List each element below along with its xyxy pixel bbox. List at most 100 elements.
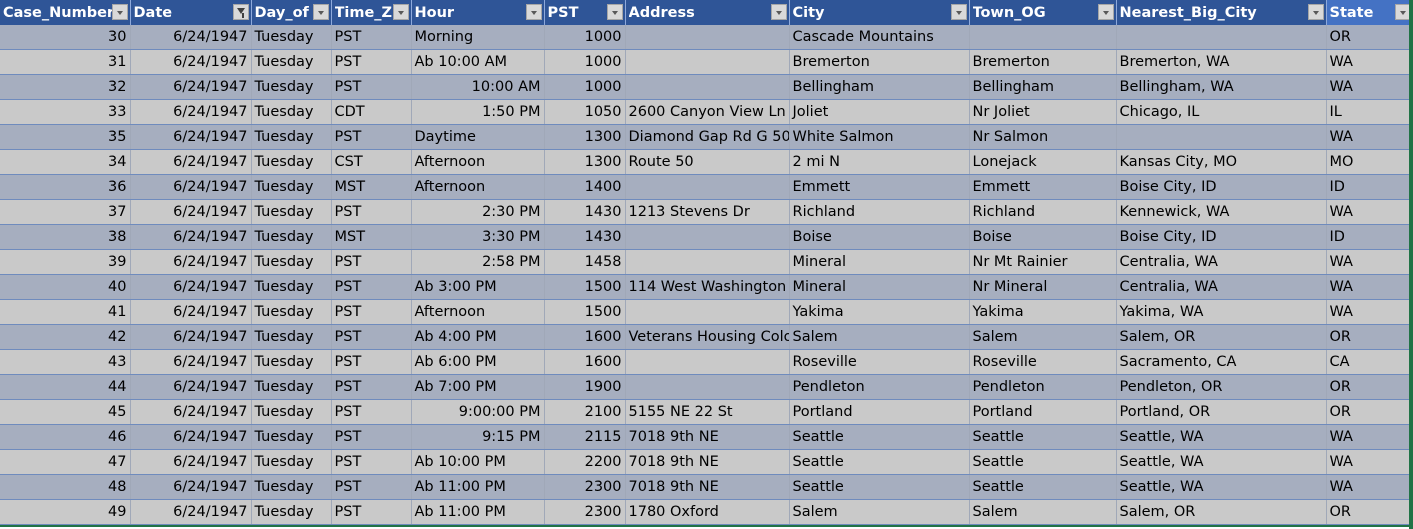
city-cell[interactable]: Cascade Mountains [789,25,970,50]
case-number-cell[interactable]: 44 [0,374,131,400]
address-cell[interactable]: 1213 Stevens Dr [625,199,790,225]
state-cell[interactable]: OR [1326,374,1413,400]
address-cell[interactable]: Veterans Housing Colony [625,324,790,350]
pst-cell[interactable]: 1000 [544,49,626,75]
state-cell[interactable]: CA [1326,349,1413,375]
date-cell[interactable]: 6/24/1947 [130,424,252,450]
nearest-city-cell[interactable]: Bremerton, WA [1116,49,1327,75]
pst-cell[interactable]: 1430 [544,199,626,225]
timezone-cell[interactable]: PST [331,249,412,275]
address-cell[interactable]: 114 West Washington [625,274,790,300]
address-cell[interactable]: Route 50 [625,149,790,175]
town-cell[interactable]: Emmett [969,174,1117,200]
filter-dropdown-icon[interactable] [1097,4,1114,20]
hour-cell[interactable]: Ab 3:00 PM [411,274,545,300]
nearest-city-cell[interactable]: Seattle, WA [1116,424,1327,450]
nearest-city-cell[interactable]: Yakima, WA [1116,299,1327,325]
case-number-cell[interactable]: 30 [0,25,131,50]
town-cell[interactable]: Portland [969,399,1117,425]
pst-cell[interactable]: 2200 [544,449,626,475]
pst-cell[interactable]: 2300 [544,474,626,500]
case-number-cell[interactable]: 46 [0,424,131,450]
timezone-cell[interactable]: PST [331,274,412,300]
address-cell[interactable]: 7018 9th NE [625,424,790,450]
timezone-cell[interactable]: PST [331,299,412,325]
town-cell[interactable]: Roseville [969,349,1117,375]
pst-cell[interactable]: 1458 [544,249,626,275]
nearest-city-cell[interactable]: Salem, OR [1116,499,1327,525]
town-cell[interactable]: Nr Joliet [969,99,1117,125]
hour-cell[interactable]: Afternoon [411,299,545,325]
town-cell[interactable]: Lonejack [969,149,1117,175]
date-cell[interactable]: 6/24/1947 [130,449,252,475]
day-cell[interactable]: Tuesday [251,449,332,475]
nearest-city-cell[interactable]: Seattle, WA [1116,449,1327,475]
city-cell[interactable]: Seattle [789,424,970,450]
nearest-city-cell[interactable]: Sacramento, CA [1116,349,1327,375]
pst-cell[interactable]: 1050 [544,99,626,125]
address-cell[interactable] [625,25,790,50]
filter-dropdown-icon[interactable] [950,4,967,20]
column-header[interactable]: Case_Number [0,0,131,25]
case-number-cell[interactable]: 36 [0,174,131,200]
timezone-cell[interactable]: CDT [331,99,412,125]
day-cell[interactable]: Tuesday [251,349,332,375]
day-cell[interactable]: Tuesday [251,74,332,100]
case-number-cell[interactable]: 33 [0,99,131,125]
day-cell[interactable]: Tuesday [251,424,332,450]
city-cell[interactable]: Salem [789,324,970,350]
pst-cell[interactable]: 1300 [544,124,626,150]
case-number-cell[interactable]: 31 [0,49,131,75]
column-header[interactable]: Day_of [251,0,332,25]
city-cell[interactable]: Mineral [789,249,970,275]
filter-dropdown-icon[interactable] [770,4,787,20]
filter-dropdown-icon[interactable] [1307,4,1324,20]
state-cell[interactable]: OR [1326,25,1413,50]
date-cell[interactable]: 6/24/1947 [130,499,252,525]
town-cell[interactable]: Bellingham [969,74,1117,100]
timezone-cell[interactable]: PST [331,25,412,50]
timezone-cell[interactable]: PST [331,449,412,475]
nearest-city-cell[interactable]: Bellingham, WA [1116,74,1327,100]
state-cell[interactable]: OR [1326,399,1413,425]
city-cell[interactable]: Bremerton [789,49,970,75]
column-header[interactable]: Date [130,0,252,25]
case-number-cell[interactable]: 45 [0,399,131,425]
hour-cell[interactable]: 10:00 AM [411,74,545,100]
hour-cell[interactable]: Morning [411,25,545,50]
state-cell[interactable]: MO [1326,149,1413,175]
address-cell[interactable] [625,349,790,375]
column-header[interactable]: Town_OG [969,0,1117,25]
city-cell[interactable]: Mineral [789,274,970,300]
city-cell[interactable]: Richland [789,199,970,225]
timezone-cell[interactable]: PST [331,49,412,75]
day-cell[interactable]: Tuesday [251,124,332,150]
timezone-cell[interactable]: PST [331,474,412,500]
day-cell[interactable]: Tuesday [251,224,332,250]
city-cell[interactable]: Portland [789,399,970,425]
state-cell[interactable]: WA [1326,424,1413,450]
pst-cell[interactable]: 1600 [544,324,626,350]
hour-cell[interactable]: Ab 4:00 PM [411,324,545,350]
state-cell[interactable]: WA [1326,449,1413,475]
pst-cell[interactable]: 2100 [544,399,626,425]
nearest-city-cell[interactable]: Boise City, ID [1116,174,1327,200]
day-cell[interactable]: Tuesday [251,299,332,325]
pst-cell[interactable]: 1500 [544,299,626,325]
address-cell[interactable] [625,249,790,275]
timezone-cell[interactable]: PST [331,324,412,350]
date-cell[interactable]: 6/24/1947 [130,349,252,375]
hour-cell[interactable]: Ab 10:00 AM [411,49,545,75]
city-cell[interactable]: Emmett [789,174,970,200]
state-cell[interactable]: WA [1326,299,1413,325]
filter-dropdown-icon[interactable] [525,4,542,20]
city-cell[interactable]: Roseville [789,349,970,375]
hour-cell[interactable]: Ab 11:00 PM [411,474,545,500]
nearest-city-cell[interactable]: Centralia, WA [1116,249,1327,275]
state-cell[interactable]: IL [1326,99,1413,125]
case-number-cell[interactable]: 43 [0,349,131,375]
day-cell[interactable]: Tuesday [251,474,332,500]
town-cell[interactable]: Nr Mineral [969,274,1117,300]
timezone-cell[interactable]: PST [331,499,412,525]
hour-cell[interactable]: Afternoon [411,149,545,175]
